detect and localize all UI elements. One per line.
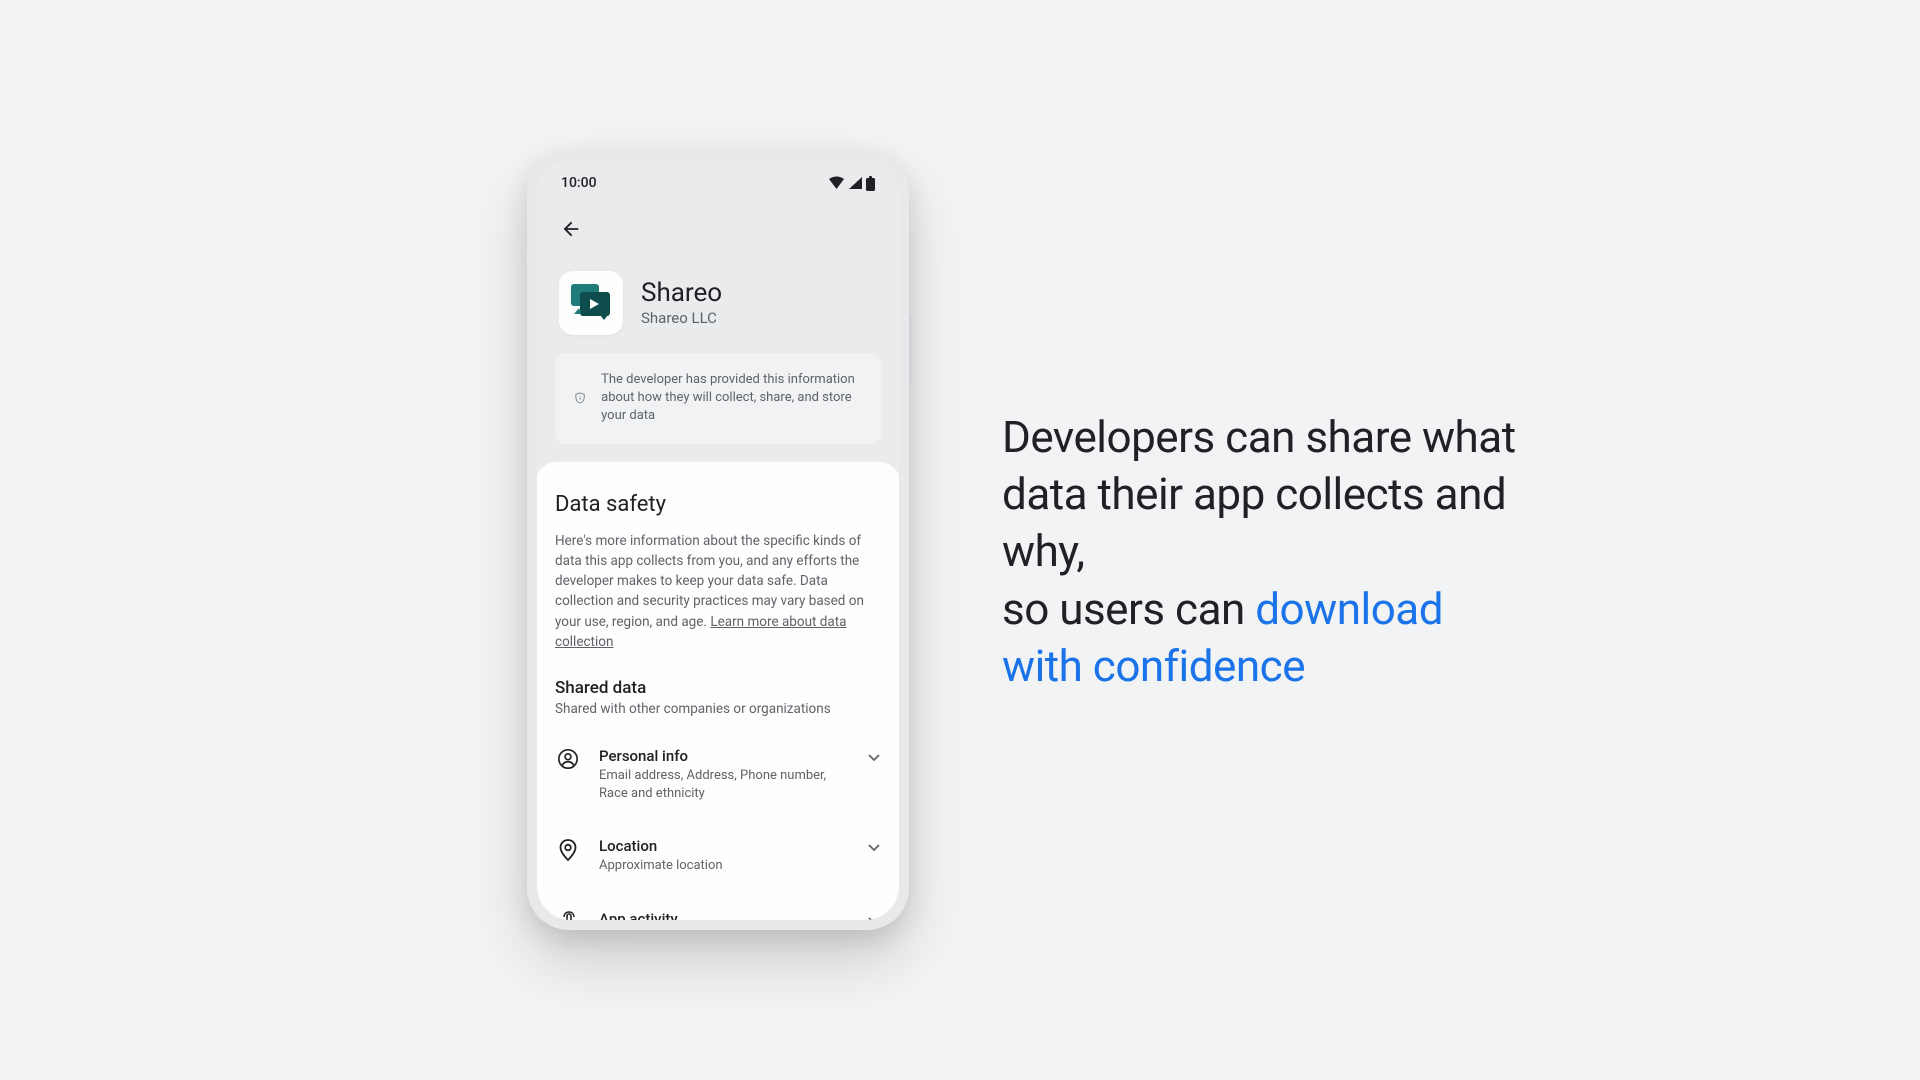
marketing-text-1: Developers can share what data their app… — [1002, 411, 1516, 577]
person-icon — [557, 748, 579, 770]
data-safety-card: Data safety Here's more information abou… — [537, 462, 899, 920]
battery-icon — [866, 176, 875, 191]
shareo-logo-icon — [568, 282, 614, 324]
shield-info-icon — [575, 385, 585, 411]
data-item-app-activity[interactable]: App activity Page views — [555, 900, 881, 920]
location-icon — [558, 838, 578, 862]
developer-notice-card: The developer has provided this informat… — [555, 353, 881, 444]
wifi-icon — [828, 176, 845, 190]
phone-frame: 10:00 — [527, 150, 909, 930]
data-item-personal-info[interactable]: Personal info Email address, Address, Ph… — [555, 737, 881, 827]
app-header: Shareo Shareo LLC — [537, 261, 899, 353]
data-item-location[interactable]: Location Approximate location — [555, 827, 881, 899]
phone-screen: 10:00 — [537, 160, 899, 920]
status-bar: 10:00 — [537, 160, 899, 203]
data-item-title: Location — [599, 837, 849, 855]
status-icons — [828, 176, 875, 191]
app-developer: Shareo LLC — [641, 309, 722, 327]
marketing-text-2: so users can — [1002, 583, 1255, 635]
data-item-desc: Approximate location — [599, 857, 849, 875]
chevron-down-icon — [867, 913, 881, 920]
data-item-title: Personal info — [599, 747, 849, 765]
data-safety-body: Here's more information about the specif… — [555, 531, 881, 653]
arrow-back-icon — [560, 218, 582, 240]
status-time: 10:00 — [561, 175, 597, 191]
chevron-down-icon — [867, 750, 881, 764]
cellular-icon — [848, 176, 863, 190]
data-safety-title: Data safety — [555, 492, 881, 517]
phone-power-button — [909, 315, 912, 387]
shared-data-desc: Shared with other companies or organizat… — [555, 701, 881, 717]
data-item-title: App activity — [599, 910, 849, 920]
back-button[interactable] — [551, 209, 591, 249]
marketing-headline: Developers can share what data their app… — [1002, 409, 1532, 695]
touch-icon — [558, 911, 578, 920]
app-name: Shareo — [641, 279, 722, 308]
chevron-down-icon — [867, 840, 881, 854]
notice-text: The developer has provided this informat… — [601, 371, 861, 426]
data-item-desc: Email address, Address, Phone number, Ra… — [599, 767, 849, 803]
app-icon — [559, 271, 623, 335]
shared-data-title: Shared data — [555, 678, 881, 698]
